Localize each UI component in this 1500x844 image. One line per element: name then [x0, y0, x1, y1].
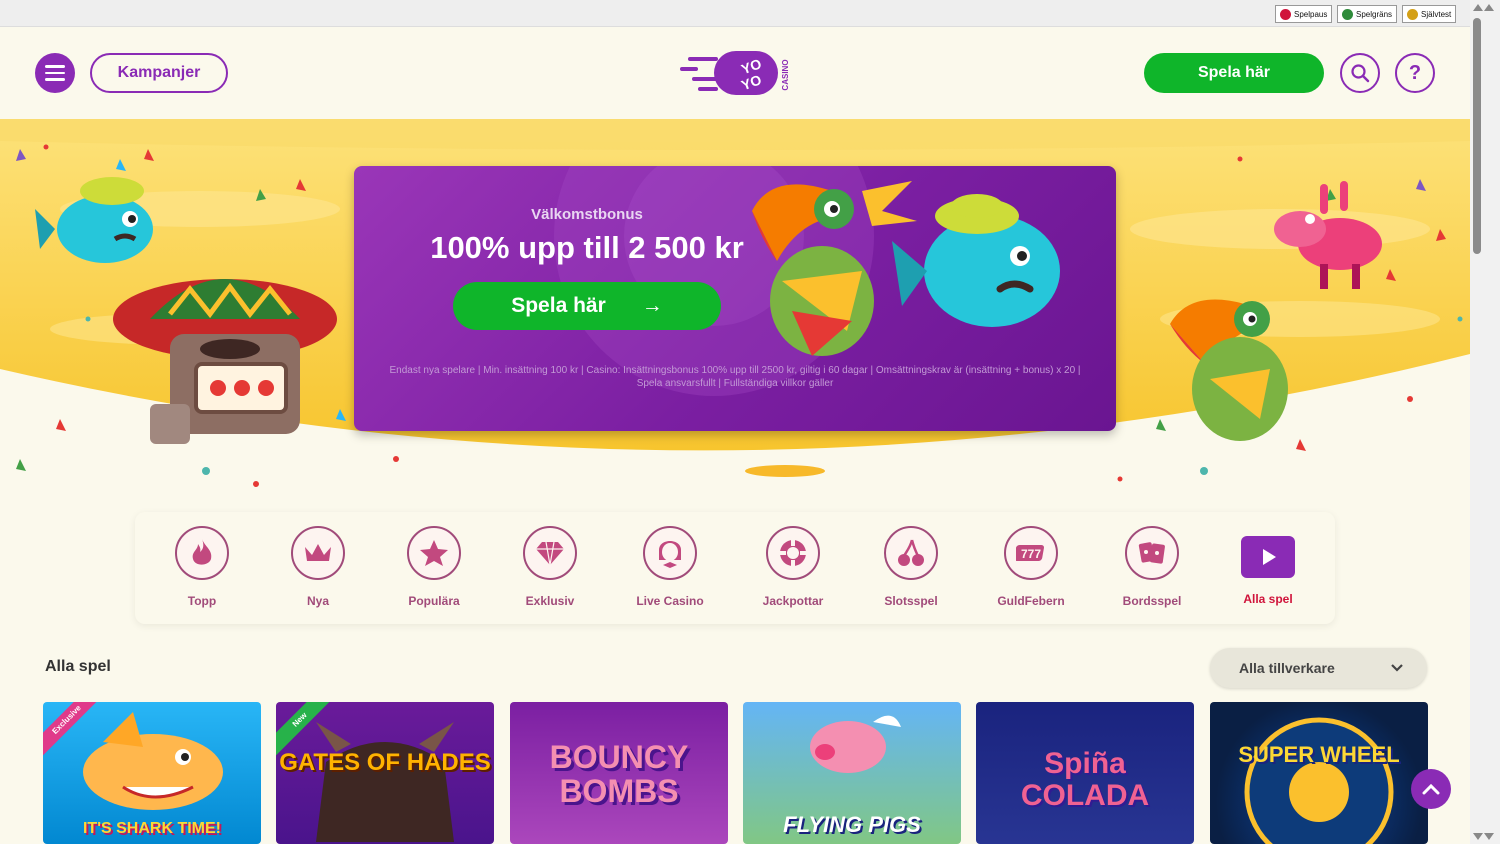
yoyo-casino-logo[interactable]: YO YO CASINO [678, 45, 798, 105]
promo-characters-art [752, 181, 1060, 356]
dealer-icon [643, 526, 697, 580]
provider-selected-value: Alla tillverkare [1239, 660, 1335, 676]
category-label: Bordsspel [1122, 594, 1182, 608]
section-title: Alla spel [45, 658, 111, 675]
wheel-art [1244, 717, 1394, 844]
spelpaus-label: Spelpaus [1294, 9, 1328, 19]
category-nya[interactable]: Nya [263, 526, 373, 608]
category-populara[interactable]: Populära [379, 526, 489, 608]
crown-icon [291, 526, 345, 580]
menu-button[interactable] [35, 53, 75, 93]
scroll-thumb[interactable] [1473, 18, 1481, 254]
logo-casino-text: CASINO [781, 59, 790, 90]
hamburger-icon-line [45, 78, 65, 81]
play-icon [1241, 536, 1295, 578]
game-title: FLYING PIGS [783, 812, 921, 837]
chevron-up-icon [1422, 783, 1440, 795]
spela-har-header-button[interactable]: Spela här [1144, 53, 1324, 93]
scroll-up-arrow-secondary[interactable] [1484, 4, 1494, 11]
sjalvtest-label: Självtest [1421, 9, 1452, 19]
game-tile-gates-of-hades[interactable]: GATES OF HADES New [276, 702, 494, 844]
hero-banner: Välkomstbonus 100% upp till 2 500 kr Spe… [0, 119, 1470, 491]
category-label: Populära [408, 594, 460, 608]
promo-cta-label: Spela här [511, 294, 606, 317]
arrow-right-icon: → [641, 294, 663, 317]
game-title: BOUNCY BOMBS [549, 739, 689, 809]
promo-terms-text: Endast nya spelare | Min. insättning 100… [389, 365, 1081, 389]
category-topp[interactable]: Topp [147, 526, 257, 608]
spelpaus-icon [1280, 8, 1291, 20]
category-guldfebern[interactable]: 777 GuldFebern [976, 526, 1086, 608]
sjalvtest-icon [1407, 8, 1418, 20]
game-tile-spina-colada[interactable]: Spiña COLADA [976, 702, 1194, 844]
category-jackpottar[interactable]: Jackpottar [738, 526, 848, 608]
hamburger-icon-line [45, 65, 65, 68]
svg-text:777: 777 [1021, 547, 1041, 561]
category-label: GuldFebern [997, 594, 1065, 608]
star-icon [407, 526, 461, 580]
sjalvtest-link[interactable]: Självtest [1402, 5, 1457, 23]
site-header: Kampanjer YO YO CASINO Spela här ? [0, 27, 1470, 119]
seven-icon: 777 [1004, 526, 1058, 580]
game-tile-flying-pigs[interactable]: FLYING PIGS [743, 702, 961, 844]
category-live-casino[interactable]: Live Casino [615, 526, 725, 608]
spelgrans-label: Spelgräns [1356, 9, 1393, 19]
jackpot-icon [766, 526, 820, 580]
spelgrans-link[interactable]: Spelgräns [1337, 5, 1398, 23]
diamond-icon [523, 526, 577, 580]
game-title: GATES OF HADES [279, 749, 491, 776]
cherry-icon [884, 526, 938, 580]
cards-icon [1125, 526, 1179, 580]
chevron-down-icon [1391, 664, 1403, 672]
spelgrans-icon [1342, 8, 1353, 20]
category-label: Jackpottar [762, 594, 824, 608]
category-label: Alla spel [1243, 592, 1293, 606]
category-alla-spel[interactable]: Alla spel [1213, 526, 1323, 606]
kampanjer-button[interactable]: Kampanjer [90, 53, 228, 93]
scroll-down-arrow[interactable] [1473, 833, 1483, 840]
category-slotsspel[interactable]: Slotsspel [856, 526, 966, 608]
game-title: SUPER WHEEL [1238, 742, 1400, 767]
spelpaus-link[interactable]: Spelpaus [1275, 5, 1333, 23]
search-button[interactable] [1340, 53, 1380, 93]
category-label: Topp [187, 594, 217, 608]
game-tile-shark-time[interactable]: IT'S SHARK TIME! Exclusive [43, 702, 261, 844]
back-to-top-button[interactable] [1411, 769, 1451, 809]
game-tile-bouncy-bombs[interactable]: BOUNCY BOMBS [510, 702, 728, 844]
scroll-down-arrow-secondary[interactable] [1484, 833, 1494, 840]
category-bordsspel[interactable]: Bordsspel [1097, 526, 1207, 608]
help-button[interactable]: ? [1395, 53, 1435, 93]
category-label: Exklusiv [525, 594, 575, 608]
category-exklusiv[interactable]: Exklusiv [495, 526, 605, 608]
game-title: IT'S SHARK TIME! [82, 820, 222, 837]
game-title: Spiña COLADA [1020, 747, 1150, 812]
page-scrollbar[interactable] [1470, 0, 1500, 844]
scroll-up-arrow[interactable] [1473, 4, 1483, 11]
category-label: Nya [306, 594, 329, 608]
category-label: Slotsspel [884, 594, 938, 608]
category-bar: Topp Nya Populära Exklusiv Live Casino J… [135, 512, 1335, 624]
question-icon: ? [1408, 61, 1422, 84]
flame-icon [175, 526, 229, 580]
promo-subtitle: Välkomstbonus [531, 206, 643, 223]
category-label: Live Casino [636, 594, 704, 608]
promo-title: 100% upp till 2 500 kr [430, 230, 744, 265]
game-tile-super-wheel[interactable]: SUPER WHEEL [1210, 702, 1428, 844]
responsible-gaming-bar: Spelpaus Spelgräns Självtest [0, 0, 1470, 27]
provider-dropdown[interactable]: Alla tillverkare [1210, 648, 1427, 688]
hamburger-icon-line [45, 71, 65, 75]
search-icon [1351, 64, 1370, 83]
welcome-bonus-card: Välkomstbonus 100% upp till 2 500 kr Spe… [354, 166, 1116, 431]
promo-spela-har-button[interactable]: Spela här → [453, 282, 721, 330]
